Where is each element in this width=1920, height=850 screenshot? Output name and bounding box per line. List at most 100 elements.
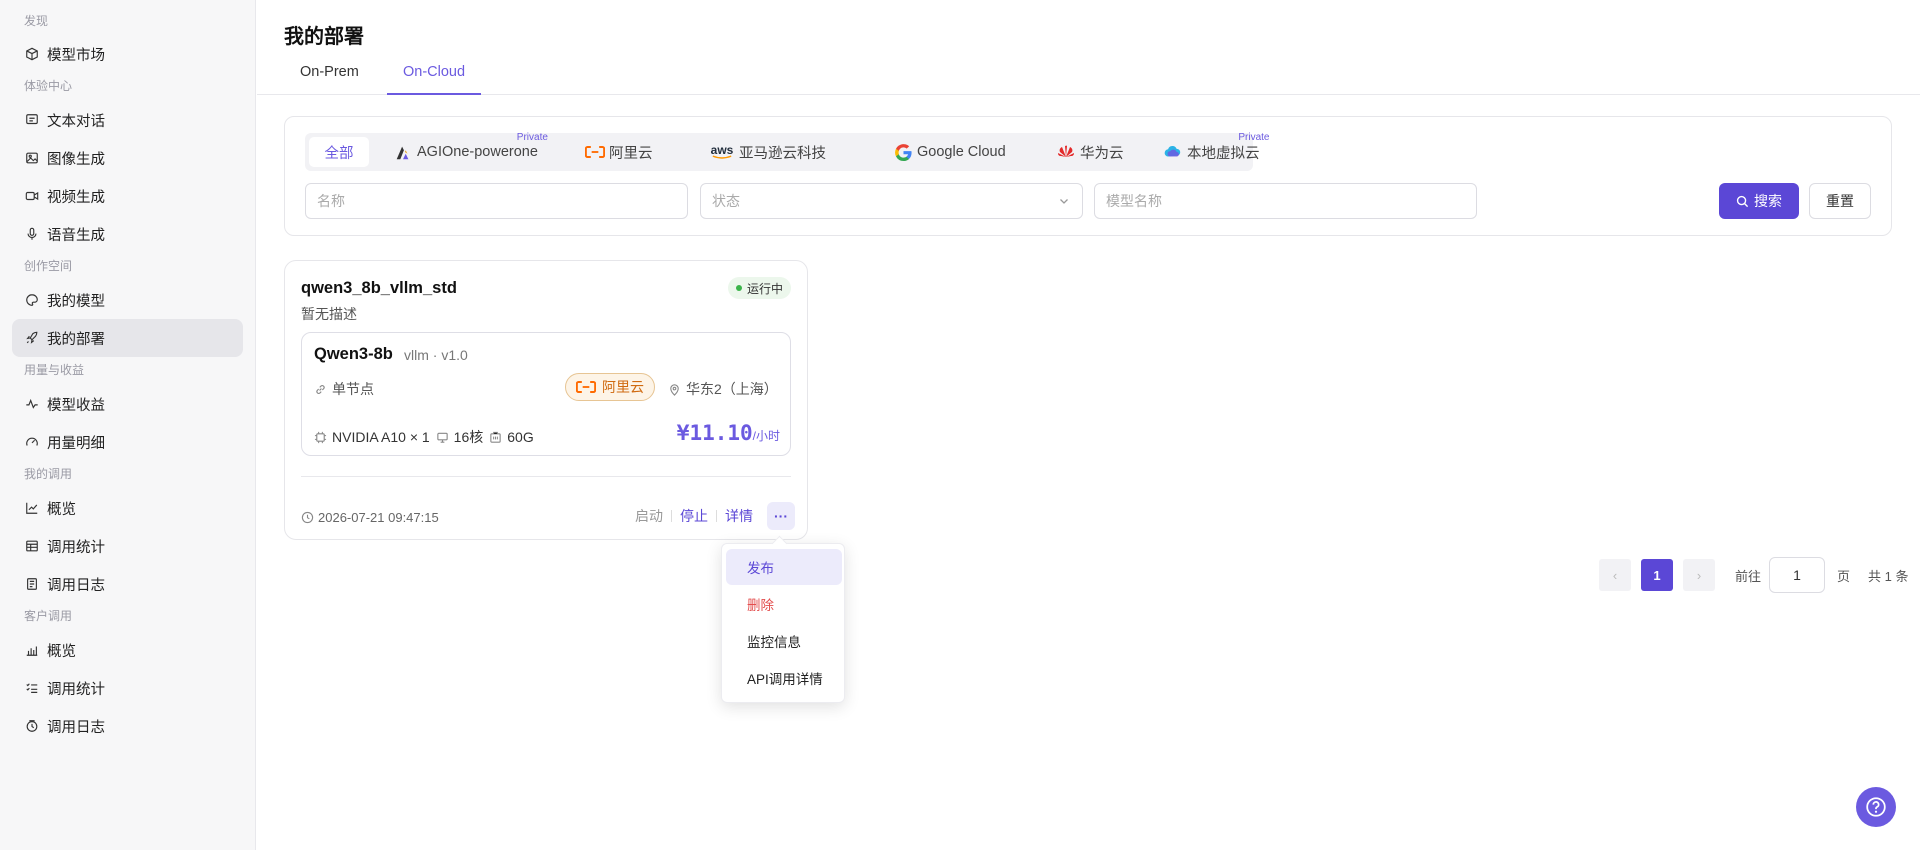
price: ¥11.10/小时: [677, 421, 780, 445]
pagination: ‹ 1 › 前往 1 页 共 1 条: [1599, 557, 1909, 593]
goto-label: 前往: [1735, 568, 1762, 584]
sidebar-group-label: 客户调用: [24, 609, 73, 623]
search-icon: [1736, 195, 1749, 207]
sidebar-item-my-models[interactable]: 我的模型: [12, 281, 243, 319]
gpu-label: NVIDIA A10 × 1: [332, 429, 430, 445]
card-divider: [301, 476, 791, 477]
sidebar-item-text-chat[interactable]: 文本对话: [12, 101, 243, 139]
status-filter-select[interactable]: 状态: [700, 183, 1083, 219]
aliyun-logo-icon: [576, 381, 596, 393]
page-title: 我的部署: [284, 26, 364, 48]
reset-button[interactable]: 重置: [1809, 183, 1871, 219]
detail-button[interactable]: 详情: [717, 506, 761, 526]
sidebar-item-label: 调用日志: [47, 719, 105, 736]
menu-item-api-details[interactable]: API调用详情: [726, 660, 842, 696]
cpu-label: 16核: [453, 429, 484, 445]
sidebar-item-my-deployments[interactable]: 我的部署: [12, 319, 243, 357]
sidebar-item-voice-gen[interactable]: 语音生成: [12, 215, 243, 253]
sidebar-item-client-call-stats[interactable]: 调用统计: [12, 669, 243, 707]
card-actions: 启动 停止 详情 ···: [627, 502, 795, 530]
price-value: ¥11.10: [676, 421, 753, 445]
message-icon: [25, 113, 39, 127]
prev-page-button[interactable]: ‹: [1599, 559, 1631, 591]
location-pin-icon: [670, 383, 679, 396]
provider-google-cloud[interactable]: Google Cloud: [885, 137, 1014, 167]
help-icon: [1866, 797, 1886, 817]
more-actions-menu: 发布 删除 监控信息 API调用详情: [721, 543, 845, 703]
next-page-button[interactable]: ›: [1683, 559, 1715, 591]
filter-panel: 全部 AGIOne-powerone Private 阿里云 aws 亚马逊云科…: [284, 116, 1892, 236]
provider-filter-bar: 全部 AGIOne-powerone Private 阿里云 aws 亚马逊云科…: [305, 132, 1270, 171]
search-button[interactable]: 搜索: [1719, 183, 1799, 219]
name-filter-input[interactable]: 名称: [305, 183, 688, 219]
status-placeholder: 状态: [712, 193, 740, 209]
provider-local-cloud[interactable]: 本地虚拟云 Private: [1155, 132, 1270, 167]
start-button[interactable]: 启动: [627, 506, 671, 526]
sidebar-item-label: 调用日志: [47, 577, 105, 594]
provider-aliyun[interactable]: 阿里云: [577, 137, 661, 167]
tab-on-prem[interactable]: On-Prem: [284, 60, 375, 95]
cloud-logo-icon: [1163, 143, 1183, 161]
deployment-description: 暂无描述: [301, 306, 357, 322]
more-actions-button[interactable]: ···: [767, 502, 795, 530]
help-button[interactable]: [1856, 787, 1896, 827]
sidebar-item-my-overview[interactable]: 概览: [12, 489, 243, 527]
deployment-card: qwen3_8b_vllm_std 暂无描述 运行中 Qwen3-8b vllm…: [284, 260, 808, 540]
sidebar-item-image-gen[interactable]: 图像生成: [12, 139, 243, 177]
model-name-filter-input[interactable]: 模型名称: [1094, 183, 1477, 219]
sidebar-item-label: 调用统计: [47, 539, 105, 556]
line-chart-icon: [25, 501, 39, 515]
sidebar-item-label: 用量明细: [47, 435, 105, 452]
memory-icon: [490, 431, 501, 443]
provider-agione[interactable]: AGIOne-powerone Private: [385, 132, 548, 167]
resource-specs: NVIDIA A10 × 1 16核 60G: [314, 427, 540, 447]
menu-item-monitoring[interactable]: 监控信息: [726, 623, 842, 659]
sidebar-item-video-gen[interactable]: 视频生成: [12, 177, 243, 215]
provider-huawei[interactable]: 华为云: [1048, 137, 1132, 167]
menu-item-publish[interactable]: 发布: [726, 549, 842, 585]
microphone-icon: [25, 227, 39, 241]
page-1-button[interactable]: 1: [1641, 559, 1673, 591]
sidebar-item-label: 概览: [47, 501, 76, 518]
page-unit-label: 页: [1837, 568, 1851, 584]
provider-label: 亚马逊云科技: [739, 145, 826, 162]
huawei-logo-icon: [1056, 143, 1076, 161]
status-label: 运行中: [746, 281, 783, 296]
name-placeholder: 名称: [317, 193, 345, 209]
provider-aws[interactable]: aws 亚马逊云科技: [701, 137, 834, 167]
provider-all[interactable]: 全部: [309, 137, 369, 167]
sidebar-group-label: 体验中心: [24, 79, 73, 93]
tab-on-cloud[interactable]: On-Cloud: [387, 60, 482, 95]
sidebar-item-client-call-logs[interactable]: 调用日志: [12, 707, 243, 745]
sidebar-item-label: 我的部署: [47, 331, 105, 348]
sidebar-item-label: 调用统计: [47, 681, 105, 698]
tab-bar: On-Prem On-Cloud: [257, 60, 1920, 95]
sidebar-item-label: 概览: [47, 643, 76, 660]
search-button-label: 搜索: [1754, 193, 1782, 209]
sidebar-item-my-call-logs[interactable]: 调用日志: [12, 565, 243, 603]
goto-page-input[interactable]: 1: [1769, 557, 1826, 593]
bar-chart-icon: [25, 643, 39, 657]
log-icon: [25, 577, 39, 591]
chevron-down-icon: [1060, 199, 1068, 204]
status-badge: 运行中: [727, 277, 791, 299]
sidebar-item-usage-details[interactable]: 用量明细: [12, 423, 243, 461]
sidebar-group-label: 创作空间: [24, 259, 73, 273]
stop-button[interactable]: 停止: [672, 506, 716, 526]
model-info-box: Qwen3-8b vllm · v1.0 单节点 阿里云 华东2（上海） NVI…: [301, 332, 791, 456]
gauge-icon: [25, 435, 39, 449]
history-icon: [25, 719, 39, 733]
sidebar-item-client-overview[interactable]: 概览: [12, 631, 243, 669]
node-type: 单节点: [314, 379, 374, 399]
checklist-icon: [25, 681, 39, 695]
sidebar-item-my-call-stats[interactable]: 调用统计: [12, 527, 243, 565]
clock-icon: [301, 511, 314, 524]
sidebar-item-model-earnings[interactable]: 模型收益: [12, 385, 243, 423]
cube-icon: [25, 47, 39, 61]
sidebar-item-model-market[interactable]: 模型市场: [12, 35, 243, 73]
menu-item-delete[interactable]: 删除: [726, 586, 842, 622]
provider-chip-label: 阿里云: [602, 379, 644, 395]
table-icon: [25, 539, 39, 553]
link-icon: [316, 384, 325, 394]
model-name: Qwen3-8b: [314, 345, 393, 363]
